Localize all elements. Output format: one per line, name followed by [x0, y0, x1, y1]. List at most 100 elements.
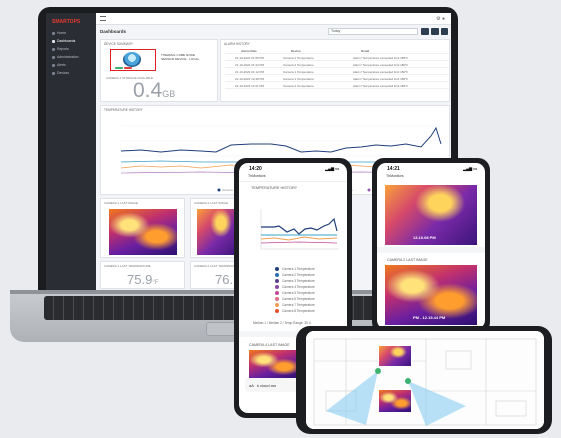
storage-panel: CAMERA 1 STORAGE AVAILABLE 0.4GB: [100, 75, 218, 102]
table-row[interactable]: 21-10-2022 01:12 PM Camera 1 Temperature A…: [225, 69, 449, 75]
camera-1-temperature-value: 75.9°F: [127, 272, 158, 287]
app-logo: SMARTOPS: [52, 19, 81, 25]
section-title: CAMERA 4 LAST IMAGE: [249, 343, 290, 347]
camera-2-image-panel: CAMERA 2 LAST IMAGE: [190, 198, 238, 258]
device-logo-icon: [123, 52, 141, 67]
camera-1-marker-icon[interactable]: [375, 368, 381, 374]
table-cell: Alarm! Temperature exceeded limit 180°F: [353, 55, 409, 60]
legend-item[interactable]: Camera 3 Temperature: [275, 278, 315, 283]
panel-title: ALARM HISTORY: [224, 42, 250, 46]
camera-2-thermal-image[interactable]: PM - 12.15.44 PM: [385, 265, 477, 325]
table-cell: 21-10-2022 01:12 PM: [235, 69, 265, 74]
camera-1-thumbnail[interactable]: [378, 345, 412, 367]
camera-4-thermal-image[interactable]: [249, 350, 299, 378]
camera-2-temperature-panel: CAMERA 2 LAST TEMPERATURE 76.: [190, 261, 241, 289]
legend-item[interactable]: Camera 4 Temperature: [275, 284, 315, 289]
storage-unit: GB: [162, 89, 176, 99]
settings-button[interactable]: [441, 28, 448, 35]
sidebar-item-alerts[interactable]: Alerts: [52, 61, 66, 69]
series-line-camera-4: [260, 241, 338, 244]
table-cell: Alarm! Temperature exceeded limit 180°F: [353, 69, 409, 74]
series-line-camera-1: [120, 126, 442, 153]
camera-2-thumbnail[interactable]: [378, 389, 412, 413]
temperature-number: 75.9: [127, 272, 153, 287]
sidebar-item-devices[interactable]: Devices: [52, 69, 69, 77]
floor-plan-map: [306, 331, 544, 429]
panel-title: CAMERA 1 LAST IMAGE: [104, 201, 138, 205]
legend-item[interactable]: Camera 5 Temperature: [275, 290, 315, 295]
legend-label: Camera 4 Temperature: [282, 284, 315, 289]
sidebar-item-dashboards[interactable]: Dashboards: [52, 37, 75, 45]
table-row[interactable]: 21-10-2022 01:34 PM Camera 2 Temperature A…: [225, 62, 449, 68]
camera-1-image-panel: CAMERA 1 LAST IMAGE: [100, 198, 185, 258]
legend-label: Camera 7 Temperature: [282, 302, 315, 307]
signal-icon: ▂▄▆ ▭: [325, 166, 339, 171]
table-cell: Alarm! Temperature exceeded limit 180°F: [353, 76, 409, 81]
series-line-camera-3: [260, 236, 338, 241]
legend-label: Camera 8 Temperature: [282, 308, 315, 313]
legend-item[interactable]: Camera 6 Temperature: [275, 296, 315, 301]
sidebar-item-reports[interactable]: Reports: [52, 45, 69, 53]
home-icon: [52, 31, 55, 35]
table-row[interactable]: 21-10-2022 01:55 PM Camera 1 Temperature A…: [225, 55, 449, 61]
table-cell: 21-10-2022 01:55 PM: [235, 55, 265, 60]
legend-dot: [275, 308, 279, 313]
legend-label: Camera 3 Temperature: [282, 278, 315, 283]
column-header: Alarm Date: [241, 48, 257, 53]
legend-label: Camera 6 Temperature: [282, 296, 315, 301]
legend-item[interactable]: Camera 2 Temperature: [275, 272, 315, 277]
sidebar-item-label: Devices: [57, 71, 70, 75]
section-title: CAMERA 2 LAST IMAGE: [387, 258, 428, 262]
admin-icon: [52, 55, 55, 59]
sidebar-item-label: Reports: [57, 47, 69, 51]
legend-dot: [367, 188, 371, 192]
camera-2-marker-icon[interactable]: [405, 378, 411, 384]
table-row[interactable]: 21-10-2022 12:48 PM Camera 1 Temperature A…: [225, 76, 449, 82]
filter-button[interactable]: [421, 28, 429, 35]
date-range-select[interactable]: Today: [328, 28, 418, 35]
legend-label: Camera 1 Temperature: [282, 266, 315, 271]
dashboard-topbar: ⚙ ●: [96, 13, 451, 25]
legend-dot: [217, 188, 221, 192]
refresh-button[interactable]: [431, 28, 439, 35]
divider: [239, 181, 347, 182]
dashboard-sidebar: SMARTOPS Home Dashboards Reports Adminis…: [46, 13, 96, 290]
legend-item[interactable]: Camera 8 Temperature: [275, 308, 315, 313]
storage-value: 0.4GB: [133, 79, 175, 103]
alarm-history-panel: ALARM HISTORY Alarm Date Device Detail 2…: [220, 39, 450, 102]
hamburger-menu-icon[interactable]: [100, 16, 106, 21]
reports-icon: [52, 47, 55, 51]
camera-1-thermal-image[interactable]: 13.10.08 PM: [385, 185, 477, 245]
status-badge: [115, 66, 123, 69]
table-cell: Alarm! Temperature exceeded limit 180°F: [353, 83, 409, 88]
table-cell: 21-10-2022 12:21 PM: [235, 83, 265, 88]
bell-icon: [52, 63, 55, 67]
device-thumbnail[interactable]: [110, 49, 156, 71]
table-header: Alarm Date Device Detail: [225, 48, 449, 54]
table-cell: Camera 2 Temperature: [283, 83, 314, 88]
sidebar-item-label: Dashboards: [57, 39, 76, 43]
camera-1-thermal-image[interactable]: [109, 209, 177, 255]
column-header: Device: [291, 48, 301, 53]
app-subtitle: ThMonitors: [248, 174, 266, 178]
signal-icon: ▂▄▆ ▭: [463, 166, 477, 171]
column-header: Detail: [361, 48, 370, 53]
series-line-camera-1: [261, 217, 338, 235]
table-row[interactable]: 21-10-2022 12:21 PM Camera 2 Temperature A…: [225, 83, 449, 89]
storage-number: 0.4: [133, 79, 163, 102]
legend-dot: [275, 290, 279, 295]
phone-temperature-chart: [260, 209, 339, 250]
page-title: Dashboards: [100, 29, 127, 34]
device-icon: [52, 71, 55, 75]
legend-item[interactable]: Camera 7 Temperature: [275, 302, 315, 307]
camera-1-temperature-panel: CAMERA 1 LAST TEMPERATURE 75.9°F: [100, 261, 185, 289]
camera-2-temperature-value: 76.: [215, 272, 234, 287]
sidebar-item-label: Alerts: [57, 63, 66, 67]
sidebar-item-administration[interactable]: Administration: [52, 53, 78, 61]
status-time: 14:21: [387, 166, 400, 172]
camera-2-thermal-image[interactable]: [197, 209, 237, 255]
legend-item[interactable]: Camera 1 Temperature: [275, 266, 315, 271]
sidebar-item-home[interactable]: Home: [52, 29, 66, 37]
text-size-button[interactable]: aA: [249, 383, 254, 388]
user-menu-icon[interactable]: ⚙ ●: [436, 16, 445, 22]
